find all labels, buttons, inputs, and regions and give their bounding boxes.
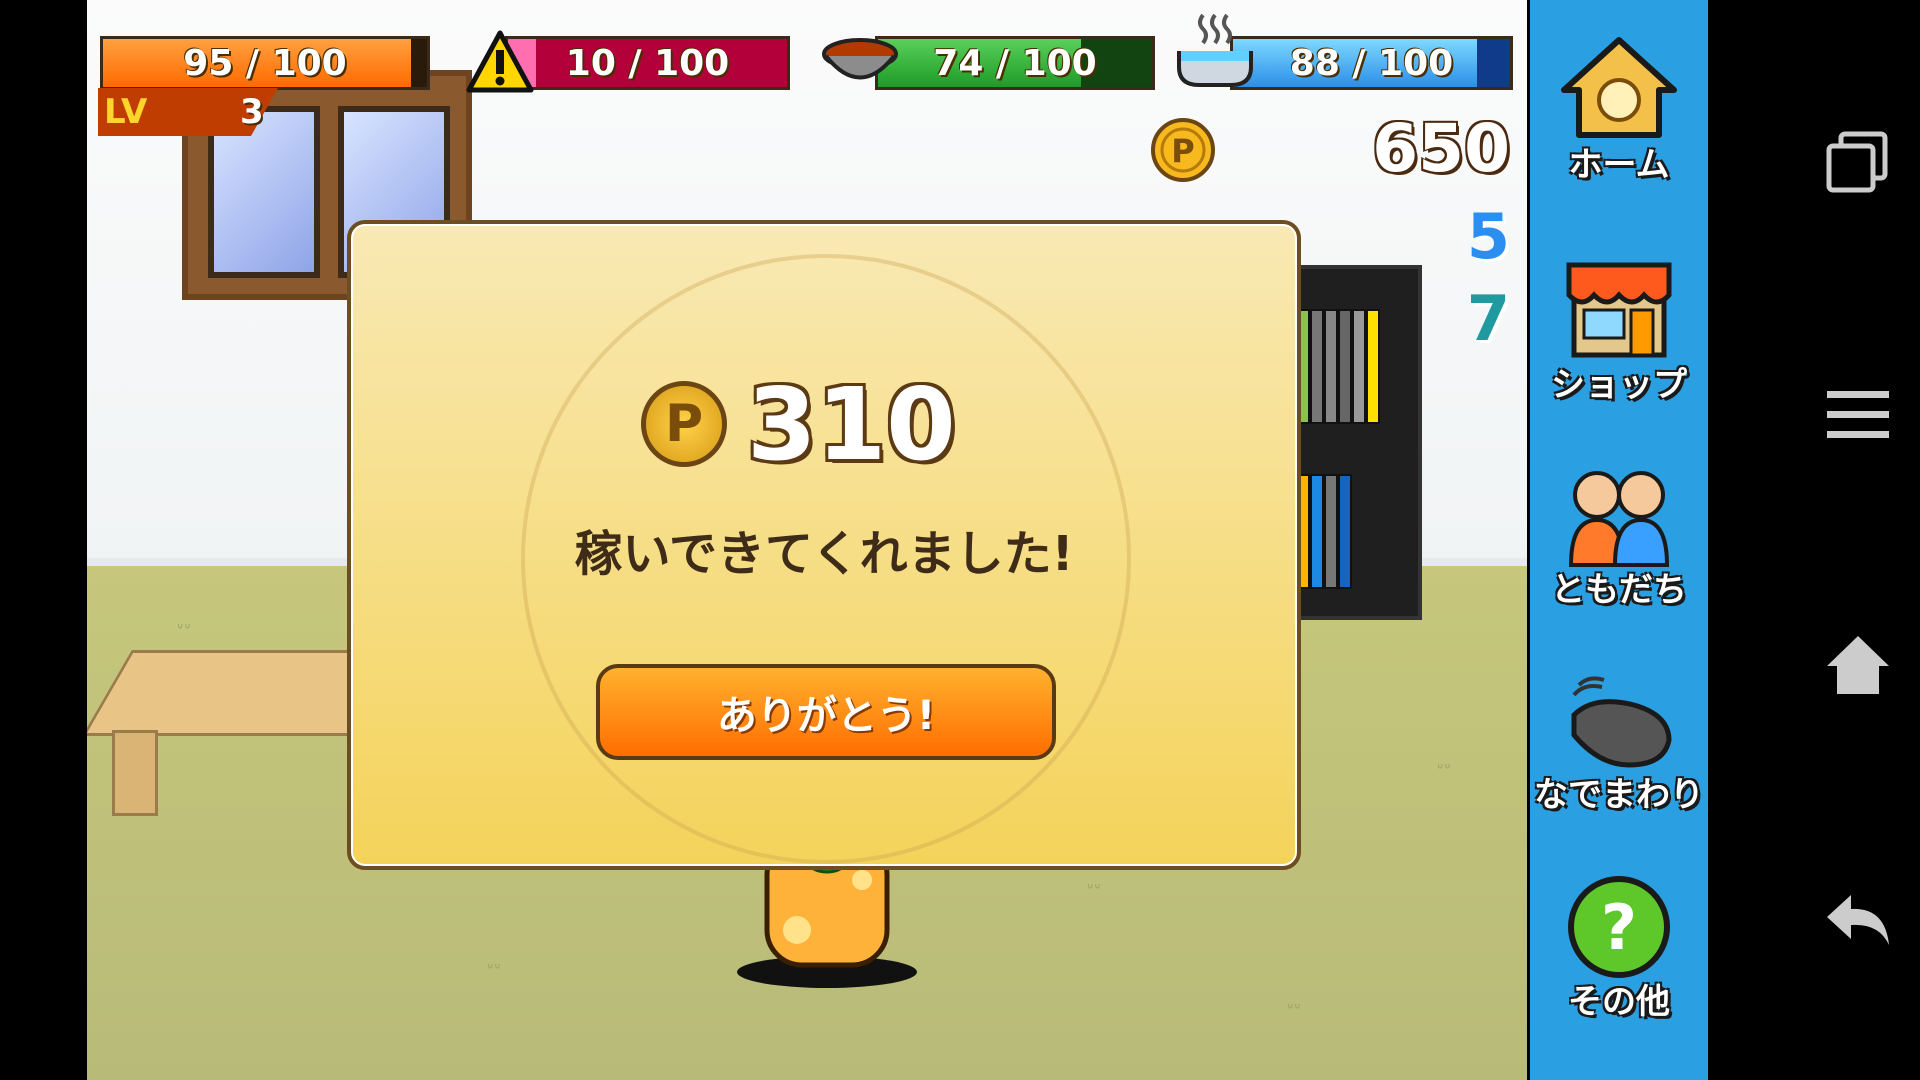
- menu-other[interactable]: ? その他: [1530, 872, 1708, 1023]
- help-icon: ?: [1559, 872, 1679, 982]
- menu-icon[interactable]: [1815, 372, 1900, 457]
- food-bowl-icon: [822, 38, 898, 80]
- warning-icon: [466, 30, 534, 93]
- bath-stat: 88 / 100: [1175, 13, 1513, 90]
- level-value: 3: [240, 92, 264, 132]
- reward-amount: 310: [747, 365, 956, 483]
- points-value: 650: [1372, 110, 1510, 187]
- points-coin-icon: P: [1151, 118, 1215, 182]
- menu-friends[interactable]: ともだち: [1530, 460, 1708, 611]
- menu-shop[interactable]: ショップ: [1530, 255, 1708, 406]
- side-menu: ホーム ショップ ともだち なでまわり ? その他: [1530, 0, 1708, 1080]
- health-bar: 95 / 100: [100, 36, 430, 90]
- grass-tuft: ᐡᐡ: [1287, 1000, 1302, 1019]
- stress-bar: 10 / 100: [505, 36, 790, 90]
- food-bar: 74 / 100: [875, 36, 1155, 90]
- menu-petting[interactable]: なでまわり: [1530, 665, 1708, 816]
- menu-petting-label: なでまわり: [1534, 775, 1704, 815]
- food-value: 74 / 100: [933, 43, 1097, 84]
- food-stat: 74 / 100: [820, 36, 1155, 90]
- bathtub-icon: [1177, 13, 1253, 87]
- menu-home-label: ホーム: [1568, 145, 1670, 185]
- thanks-button-label: ありがとう!: [716, 693, 936, 739]
- health-value: 95 / 100: [183, 43, 347, 84]
- home-icon[interactable]: [1815, 622, 1900, 707]
- grass-tuft: ᐡᐡ: [487, 960, 502, 979]
- health-stat: 95 / 100: [100, 36, 430, 90]
- table-leg: [112, 730, 158, 816]
- svg-text:?: ?: [1601, 891, 1637, 964]
- bath-value: 88 / 100: [1289, 43, 1454, 84]
- recent-apps-icon[interactable]: [1815, 118, 1900, 203]
- level-label: LV: [104, 92, 148, 132]
- stress-stat: 10 / 100: [465, 30, 790, 93]
- grass-tuft: ᐡᐡ: [1087, 880, 1102, 899]
- home-icon: [1559, 35, 1679, 145]
- grass-tuft: ᐡᐡ: [177, 620, 192, 639]
- menu-other-label: その他: [1568, 982, 1670, 1022]
- menu-shop-label: ショップ: [1551, 365, 1687, 405]
- bath-bar: 88 / 100: [1230, 36, 1513, 90]
- svg-text:P: P: [1171, 132, 1194, 170]
- menu-friends-label: ともだち: [1551, 570, 1687, 610]
- reward-amount-row: P 310: [641, 366, 956, 483]
- reward-message: 稼いできてくれました!: [574, 526, 1074, 582]
- menu-home[interactable]: ホーム: [1530, 35, 1708, 186]
- thanks-button[interactable]: ありがとう!: [596, 664, 1056, 760]
- grass-tuft: ᐡᐡ: [1437, 760, 1452, 779]
- petting-hand-icon: [1559, 665, 1679, 775]
- stress-value: 10 / 100: [565, 43, 730, 84]
- friends-icon: [1559, 460, 1679, 570]
- system-navigation-bar: [1795, 0, 1920, 1080]
- reward-coin-icon: P: [641, 381, 727, 467]
- back-icon[interactable]: [1815, 876, 1900, 961]
- shop-icon: [1559, 255, 1679, 365]
- reward-dialog: P 310 稼いできてくれました! ありがとう!: [347, 220, 1301, 870]
